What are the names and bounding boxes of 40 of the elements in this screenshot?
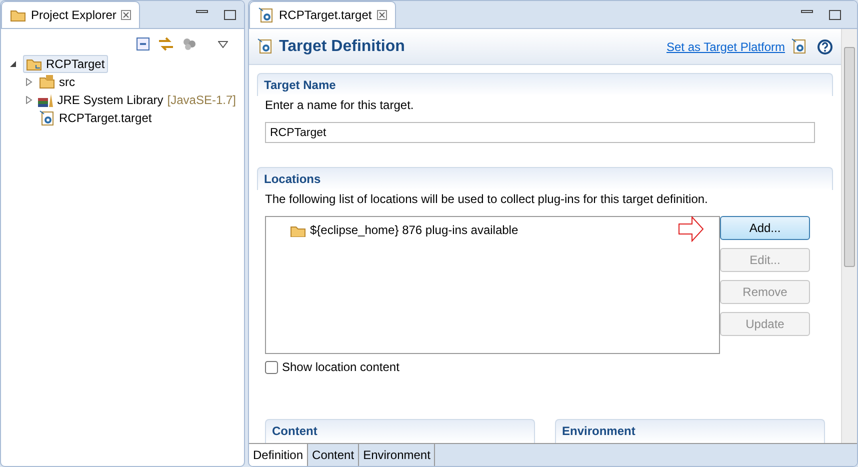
tree-item[interactable]: src [39, 73, 75, 91]
library-version-label: [JavaSE-1.7] [167, 92, 236, 109]
collapse-all-icon [136, 37, 150, 51]
help-icon[interactable] [817, 38, 833, 54]
name-field[interactable]: RCPTarget [265, 122, 815, 143]
checkbox-label[interactable]: Show location content [282, 358, 400, 376]
view-menu-icon [218, 40, 228, 48]
package-folder-icon [39, 74, 55, 90]
page-tab[interactable]: Definition [249, 444, 308, 466]
link-arrows-icon [158, 37, 174, 51]
tree-item[interactable]: RCPTarget [23, 55, 108, 73]
maximize-icon[interactable] [224, 10, 236, 20]
location-item[interactable]: ${eclipse_home} 876 plug-ins available [290, 221, 719, 239]
section-description: The following list of locations will be used to collect plug-ins for this target definition. [264, 191, 709, 208]
close-icon [121, 10, 132, 20]
minimize-icon[interactable] [196, 10, 208, 13]
collapsed-icon[interactable] [25, 96, 33, 104]
view-tab[interactable]: Project Explorer [1, 1, 140, 28]
minimize-icon[interactable] [801, 10, 813, 13]
section-heading: Environment [555, 419, 825, 443]
section-heading: Locations [257, 167, 833, 190]
set-target-platform-link[interactable]: Set as Target Platform [666, 38, 785, 56]
section-heading: Content [265, 419, 535, 443]
section-description: Enter a name for this target. [264, 97, 415, 114]
checkbox[interactable] [265, 360, 278, 374]
expanded-icon[interactable] [9, 60, 17, 68]
close-icon [376, 10, 387, 20]
editor-tab[interactable]: RCPTarget.target [249, 1, 396, 28]
tree-item[interactable]: JRE System Library [37, 91, 164, 109]
arrow-icon [678, 216, 704, 242]
form-title: Target Definition [279, 36, 405, 56]
target-file-icon [39, 110, 55, 126]
button[interactable]: Add... [720, 216, 810, 240]
collapsed-icon[interactable] [25, 78, 33, 86]
locations-list[interactable]: ${eclipse_home} 876 plug-ins available [265, 216, 720, 354]
tree-item[interactable]: RCPTarget.target [39, 109, 152, 127]
filter-icon [182, 37, 196, 51]
section-heading: Target Name [257, 73, 833, 96]
target-file-icon [258, 7, 274, 23]
maximize-icon[interactable] [829, 10, 841, 20]
